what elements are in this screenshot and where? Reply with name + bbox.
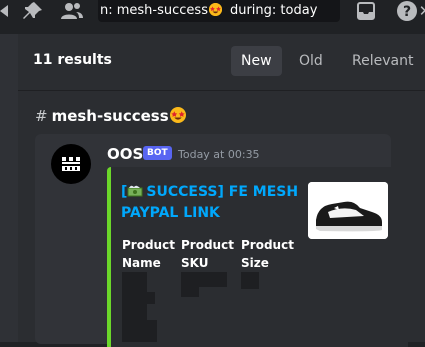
field-product-size: Product Size	[241, 236, 297, 272]
sort-relevant-tab[interactable]: Relevant	[342, 46, 423, 76]
redacted-name-value-3	[147, 320, 157, 342]
search-token-channel: n: mesh-success	[100, 3, 208, 18]
search-query: n: mesh-success during: today	[100, 3, 317, 18]
redacted-name-value-2	[147, 292, 155, 304]
message-timestamp[interactable]: Today at 00:35	[178, 148, 260, 161]
field-name-line1: Product	[122, 238, 175, 252]
oos-logo-icon	[62, 157, 80, 171]
redacted-sku-value-2	[181, 287, 199, 297]
star-struck-emoji-icon	[208, 3, 222, 16]
members-icon[interactable]	[60, 1, 84, 21]
channel-name: mesh-success	[51, 107, 169, 125]
channel-edge	[0, 34, 18, 342]
redacted-size-value	[241, 272, 259, 289]
field-name-line2: SKU	[181, 256, 209, 270]
help-icon[interactable]: ?	[396, 0, 418, 22]
sneaker-image-icon	[308, 182, 388, 239]
field-name-line1: Product	[241, 238, 294, 252]
money-with-wings-icon	[127, 185, 143, 197]
search-results-header: 11 results New Old Relevant	[18, 34, 425, 91]
redacted-sku-value	[181, 272, 227, 287]
star-struck-emoji-icon	[169, 107, 186, 123]
bot-badge: BOT	[143, 146, 172, 160]
field-product-name: Product Name	[122, 236, 178, 272]
channel-heading[interactable]: # mesh-success	[35, 107, 186, 125]
embed-title[interactable]: [ SUCCESS] FE MESH PAYPAL LINK	[121, 182, 301, 224]
search-input[interactable]: n: mesh-success during: today ✕	[98, 0, 425, 22]
embed-title-text: SUCCESS] FE MESH PAYPAL LINK	[121, 184, 299, 221]
threads-icon[interactable]	[0, 2, 14, 20]
field-name-line2: Name	[122, 256, 161, 270]
sort-new-tab[interactable]: New	[231, 46, 282, 76]
field-name-line2: Size	[241, 256, 269, 270]
field-product-sku: Product SKU	[181, 236, 237, 272]
inbox-icon[interactable]	[356, 1, 376, 21]
svg-text:?: ?	[403, 4, 411, 20]
message-author[interactable]: OOS	[107, 145, 143, 163]
redacted-name-value	[122, 272, 147, 342]
field-name-line1: Product	[181, 238, 234, 252]
product-thumbnail[interactable]	[308, 182, 388, 239]
results-count: 11 results	[33, 52, 112, 68]
search-token-during: during: today	[229, 3, 318, 18]
sort-old-tab[interactable]: Old	[289, 46, 333, 76]
pin-icon[interactable]	[22, 1, 44, 21]
avatar[interactable]	[51, 144, 91, 184]
channel-hash-icon: #	[35, 107, 48, 125]
